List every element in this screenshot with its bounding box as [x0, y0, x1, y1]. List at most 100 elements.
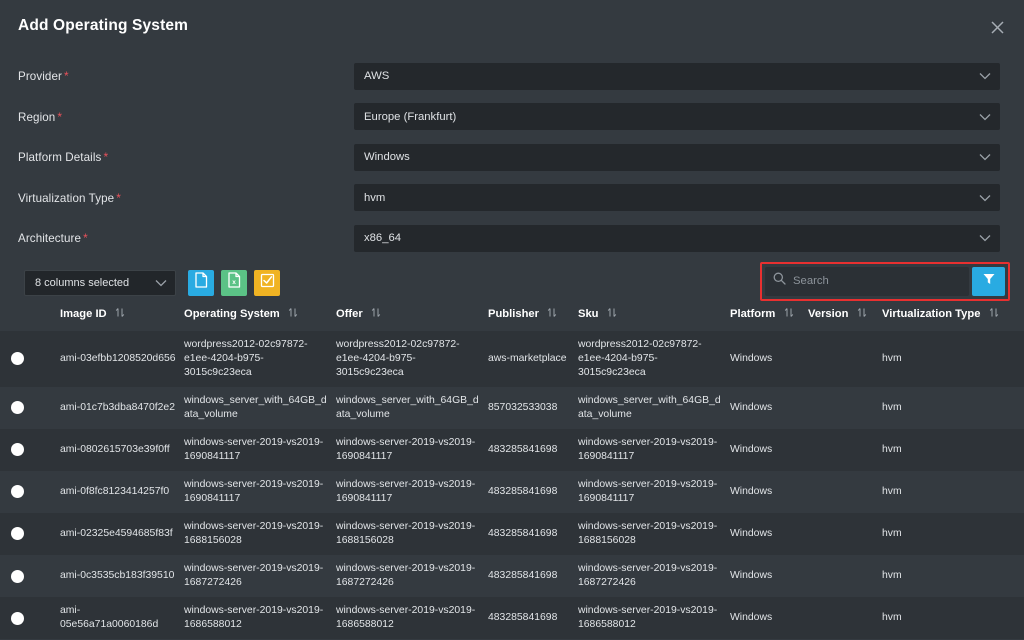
search-input[interactable]: [793, 266, 969, 296]
cell-sku: windows-server-2019-vs2019-1690841117: [578, 436, 718, 462]
column-label: Publisher: [488, 307, 539, 320]
svg-text:x: x: [232, 279, 236, 286]
image-table: Image ID Operating System Offer Publishe…: [0, 301, 1024, 640]
columns-select-wrap: 8 columns selected: [24, 269, 176, 296]
column-label: Operating System: [184, 307, 280, 320]
cell-platform: Windows: [730, 570, 773, 582]
column-version[interactable]: Version: [808, 301, 882, 331]
sort-icon[interactable]: [989, 307, 999, 321]
excel-file-icon: x: [227, 272, 241, 293]
column-operating-system[interactable]: Operating System: [184, 301, 336, 331]
required-asterisk: *: [63, 69, 69, 84]
platform-details-label: Platform Details *: [18, 150, 354, 164]
select-columns-button[interactable]: [254, 269, 280, 296]
cell-operating-system: wordpress2012-02c97872-e1ee-4204-b975-30…: [184, 338, 308, 378]
row-radio-button[interactable]: [11, 611, 24, 625]
table-row[interactable]: ami-01c7b3dba8470f2e2 windows_server_with…: [0, 386, 1024, 429]
cell-publisher: 483285841698: [488, 527, 558, 539]
virtualization-type-select[interactable]: hvm: [354, 184, 1000, 212]
cell-virtualization-type: hvm: [882, 612, 902, 624]
cell-platform: Windows: [730, 527, 773, 539]
column-label: Image ID: [60, 307, 107, 320]
cell-virtualization-type: hvm: [882, 443, 902, 455]
cell-operating-system: windows-server-2019-vs2019-1690841117: [184, 436, 324, 462]
cell-sku: windows_server_with_64GB_data_volume: [578, 394, 721, 420]
cell-sku: windows-server-2019-vs2019-1686588012: [578, 605, 718, 631]
provider-label-text: Provider: [18, 70, 62, 84]
sort-icon[interactable]: [371, 307, 381, 321]
table-row[interactable]: ami-0802615703e39f0ff windows-server-2019…: [0, 428, 1024, 471]
sort-icon[interactable]: [288, 307, 298, 321]
cell-platform: Windows: [730, 485, 773, 497]
export-pdf-button[interactable]: [188, 269, 214, 296]
row-select-cell: [0, 597, 56, 639]
table-row[interactable]: ami-0f8fc8123414257f0 windows-server-2019…: [0, 470, 1024, 513]
region-label-text: Region: [18, 110, 56, 124]
cell-sku: wordpress2012-02c97872-e1ee-4204-b975-30…: [578, 338, 702, 378]
virtualization-type-label: Virtualization Type *: [18, 191, 354, 205]
column-platform[interactable]: Platform: [730, 301, 808, 331]
provider-select[interactable]: AWS: [354, 62, 1000, 90]
region-label: Region *: [18, 110, 354, 124]
table-row[interactable]: ami-0c3535cb183f39510 windows-server-2019…: [0, 555, 1024, 598]
architecture-select[interactable]: x86_64: [354, 224, 1000, 252]
export-excel-button[interactable]: x: [221, 269, 247, 296]
column-label: Offer: [336, 307, 363, 320]
cell-publisher: 483285841698: [488, 570, 558, 582]
table-row[interactable]: ami-05e56a71a0060186d windows-server-2019…: [0, 597, 1024, 640]
column-virtualization-type[interactable]: Virtualization Type: [882, 301, 1024, 331]
platform-details-select[interactable]: Windows: [354, 143, 1000, 171]
cell-operating-system: windows-server-2019-vs2019-1688156028: [184, 520, 324, 546]
row-radio-button[interactable]: [11, 569, 24, 583]
architecture-label: Architecture *: [18, 231, 354, 245]
row-radio-button[interactable]: [11, 443, 24, 457]
platform-details-select-wrap: Windows: [354, 143, 1000, 171]
cell-sku: windows-server-2019-vs2019-1688156028: [578, 520, 718, 546]
table-header-row: Image ID Operating System Offer Publishe…: [0, 301, 1024, 331]
provider-label: Provider *: [18, 69, 354, 83]
row-radio-button[interactable]: [11, 352, 24, 366]
row-select-cell: [0, 555, 56, 597]
columns-select[interactable]: 8 columns selected: [24, 269, 176, 296]
column-publisher[interactable]: Publisher: [488, 301, 578, 331]
cell-offer: windows_server_with_64GB_data_volume: [336, 394, 479, 420]
architecture-label-text: Architecture: [18, 232, 82, 246]
cell-virtualization-type: hvm: [882, 527, 902, 539]
cell-operating-system: windows_server_with_64GB_data_volume: [184, 394, 327, 420]
provider-select-wrap: AWS: [354, 62, 1000, 90]
form-row-provider: Provider * AWS: [18, 56, 1000, 97]
sort-icon[interactable]: [115, 307, 125, 321]
cell-version: [808, 429, 882, 471]
cell-virtualization-type: hvm: [882, 570, 902, 582]
column-image-id[interactable]: Image ID: [56, 301, 184, 331]
search-field[interactable]: [765, 266, 969, 296]
filter-button[interactable]: [972, 266, 1005, 296]
cell-publisher: 857032533038: [488, 401, 558, 413]
cell-offer: wordpress2012-02c97872-e1ee-4204-b975-30…: [336, 338, 460, 378]
cell-virtualization-type: hvm: [882, 485, 902, 497]
form-row-platform-details: Platform Details * Windows: [18, 137, 1000, 178]
required-asterisk: *: [57, 109, 63, 124]
sort-icon[interactable]: [607, 307, 617, 321]
sort-icon[interactable]: [784, 307, 794, 321]
add-operating-system-dialog: Add Operating System Provider * AWS Regio…: [0, 0, 1024, 640]
cell-publisher: 483285841698: [488, 485, 558, 497]
cell-image-id: ami-05e56a71a0060186d: [60, 605, 159, 631]
close-icon[interactable]: [984, 14, 1010, 40]
cell-version: [808, 387, 882, 429]
cell-sku: windows-server-2019-vs2019-1687272426: [578, 563, 718, 589]
required-asterisk: *: [116, 190, 121, 205]
sort-icon[interactable]: [547, 307, 557, 321]
document-icon: [194, 272, 208, 293]
row-radio-button[interactable]: [11, 527, 24, 541]
row-radio-button[interactable]: [11, 401, 24, 415]
table-row[interactable]: ami-02325e4594685f83f windows-server-2019…: [0, 512, 1024, 556]
row-radio-button[interactable]: [11, 485, 24, 499]
column-label: Version: [808, 307, 849, 320]
column-sku[interactable]: Sku: [578, 301, 730, 331]
column-offer[interactable]: Offer: [336, 301, 488, 331]
cell-offer: windows-server-2019-vs2019-1688156028: [336, 520, 476, 546]
region-select[interactable]: Europe (Frankfurt): [354, 103, 1000, 131]
sort-icon[interactable]: [857, 307, 867, 321]
table-row[interactable]: ami-03efbb1208520d656 wordpress2012-02c97…: [0, 330, 1024, 387]
